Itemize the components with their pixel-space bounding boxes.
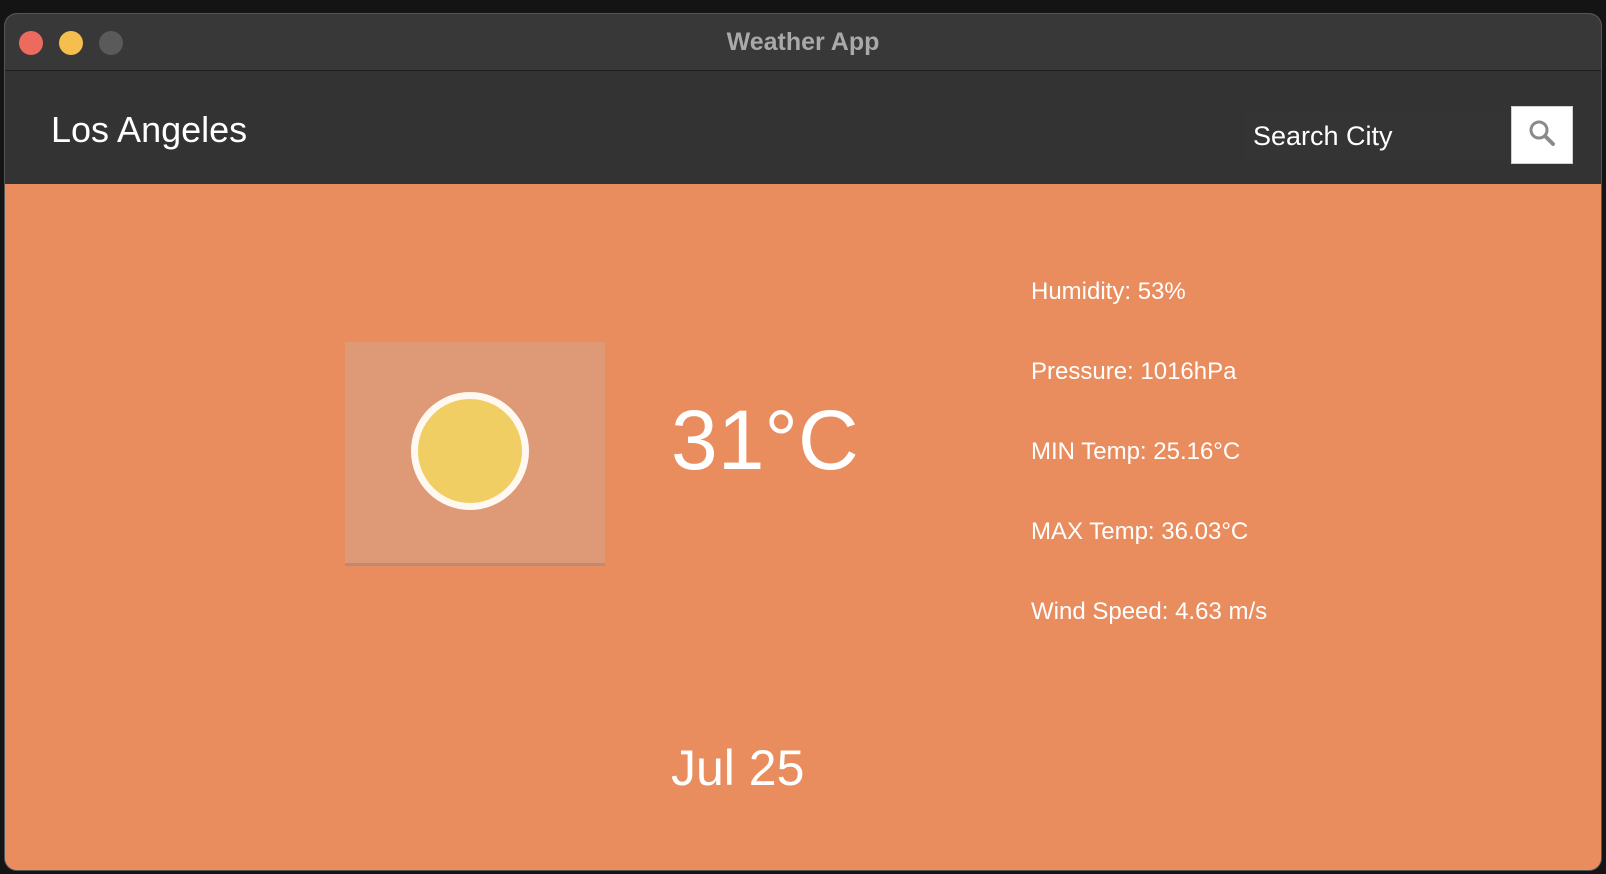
weather-icon-box bbox=[345, 342, 605, 566]
max-temp-label: MAX Temp: 36.03°C bbox=[1031, 518, 1249, 545]
weather-content: 31°C Humidity: 53% Pressure: 1016hPa MIN… bbox=[5, 184, 1601, 870]
city-name: Los Angeles bbox=[51, 109, 248, 150]
search-city-input[interactable] bbox=[1245, 113, 1507, 159]
weather-details: Humidity: 53% Pressure: 1016hPa MIN Temp… bbox=[1031, 272, 1267, 672]
app-window: Weather App Los Angeles 31°C Humidity: bbox=[5, 14, 1601, 870]
current-temperature: 31°C bbox=[671, 393, 859, 487]
window-title: Weather App bbox=[726, 28, 880, 56]
sun-icon bbox=[411, 392, 529, 510]
search-button[interactable] bbox=[1511, 106, 1573, 164]
search-icon bbox=[1527, 118, 1557, 153]
app-header: Los Angeles bbox=[5, 71, 1601, 184]
forecast-date: Jul 25 bbox=[671, 740, 805, 796]
title-bar: Weather App bbox=[5, 14, 1601, 71]
humidity-label: Humidity: 53% bbox=[1031, 278, 1186, 305]
min-temp-label: MIN Temp: 25.16°C bbox=[1031, 438, 1241, 465]
wind-speed-label: Wind Speed: 4.63 m/s bbox=[1031, 598, 1268, 625]
desktop: Weather App Los Angeles 31°C Humidity: bbox=[0, 0, 1606, 874]
pressure-label: Pressure: 1016hPa bbox=[1031, 358, 1237, 385]
